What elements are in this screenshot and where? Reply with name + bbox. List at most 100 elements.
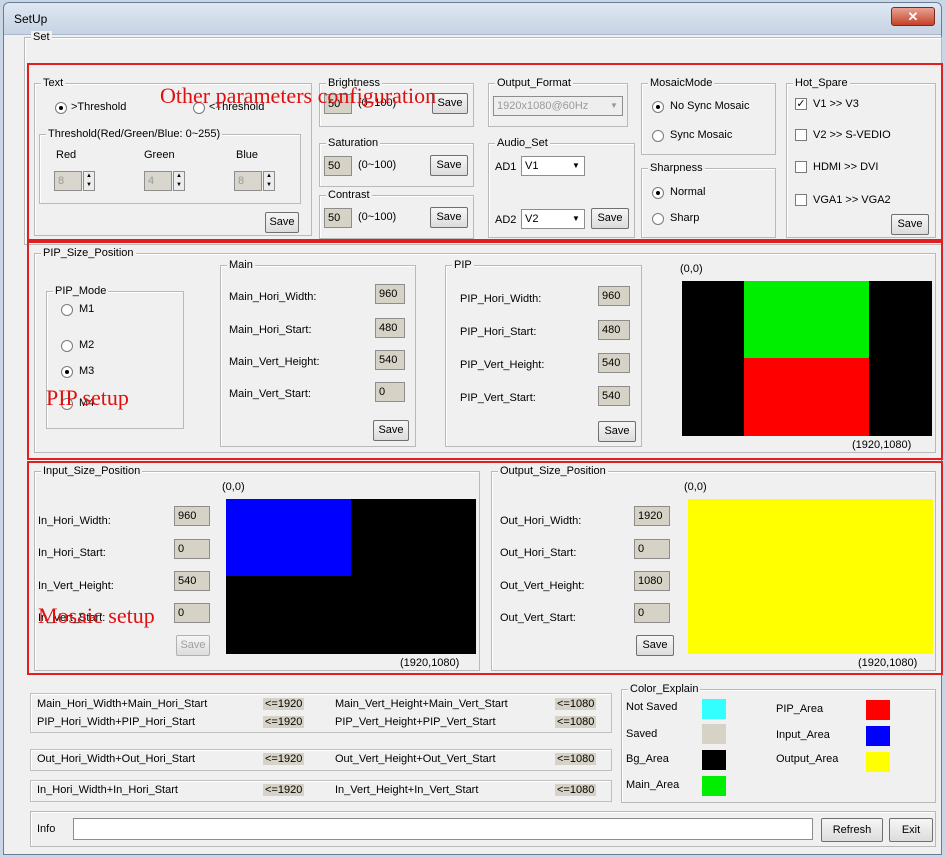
- ad1-label: AD1: [495, 161, 517, 173]
- red-input[interactable]: 8: [54, 171, 82, 191]
- pip-preview-origin: (0,0): [680, 263, 703, 275]
- main-field-label-0: Main_Hori_Width:: [229, 291, 317, 303]
- pip-vert-start-input[interactable]: 540: [598, 386, 630, 406]
- green-input[interactable]: 4: [144, 171, 172, 191]
- pip-save-button[interactable]: Save: [598, 421, 636, 442]
- ad1-value: V1: [525, 160, 539, 172]
- constraint-value: <=1080: [555, 753, 597, 765]
- constraint-row-output: Out_Hori_Width+Out_Hori_Start <=1920 Out…: [30, 749, 612, 771]
- blue-input[interactable]: 8: [234, 171, 262, 191]
- hot-spare-checkbox-0[interactable]: ✓: [795, 98, 807, 110]
- hot-spare-save-button[interactable]: Save: [891, 214, 929, 235]
- out-vert-start-input[interactable]: 0: [634, 603, 670, 623]
- pip-mode-m2-radio[interactable]: [61, 340, 73, 352]
- title-bar[interactable]: SetUp ✕: [4, 3, 941, 35]
- hot-spare-checkbox-3[interactable]: [795, 194, 807, 206]
- pip-mode-m1-label: M1: [79, 303, 95, 315]
- constraint-row-input: In_Hori_Width+In_Hori_Start <=1920 In_Ve…: [30, 780, 612, 802]
- contrast-save-button[interactable]: Save: [430, 207, 468, 228]
- saturation-range: (0~100): [358, 159, 397, 171]
- ad1-select[interactable]: V1 ▼: [521, 156, 585, 176]
- color-explain-group: Color_Explain Not Saved Saved Bg_Area Ma…: [621, 683, 936, 803]
- main-save-button[interactable]: Save: [373, 420, 409, 441]
- output-save-button[interactable]: Save: [636, 635, 674, 656]
- constraint-value: <=1920: [263, 716, 305, 728]
- out-hori-width-input[interactable]: 1920: [634, 506, 670, 526]
- threshold-greater-label: >Threshold: [71, 101, 127, 113]
- main-hori-start-input[interactable]: 480: [375, 318, 405, 338]
- in-hori-width-input[interactable]: 960: [174, 506, 210, 526]
- hot-spare-group: Hot_Spare ✓ V1 >> V3 V2 >> S-VEDIO HDMI …: [786, 77, 936, 238]
- hot-spare-item-1: V2 >> S-VEDIO: [813, 129, 891, 141]
- info-bar: Info Refresh Exit: [30, 811, 936, 847]
- in-vert-start-input[interactable]: 0: [174, 603, 210, 623]
- saturation-save-button[interactable]: Save: [430, 155, 468, 176]
- chevron-down-icon: ▼: [610, 101, 618, 110]
- sync-mosaic-label: Sync Mosaic: [670, 129, 733, 141]
- output-field-label-0: Out_Hori_Width:: [500, 515, 582, 527]
- main-vert-height-input[interactable]: 540: [375, 350, 405, 370]
- legend-not-saved-swatch: [702, 699, 726, 719]
- legend-saved-label: Saved: [626, 728, 658, 740]
- close-button[interactable]: ✕: [891, 7, 935, 26]
- hot-spare-checkbox-2[interactable]: [795, 161, 807, 173]
- main-hori-width-input[interactable]: 960: [375, 284, 405, 304]
- pip-mode-m3-label: M3: [79, 365, 95, 377]
- legend-not-saved-label: Not Saved: [626, 701, 678, 713]
- pip-preview-main-area: [744, 281, 869, 358]
- ad2-select[interactable]: V2 ▼: [521, 209, 585, 229]
- sharpness-group: Sharpness Normal Sharp: [641, 162, 776, 238]
- input-preview-input-area: [226, 499, 351, 576]
- pip-preview-pip-area: [744, 358, 869, 436]
- info-input[interactable]: [73, 818, 813, 840]
- audio-save-button[interactable]: Save: [591, 208, 629, 229]
- hot-spare-item-2: HDMI >> DVI: [813, 161, 879, 173]
- green-spinner[interactable]: ▲ ▼: [173, 171, 185, 191]
- output-format-select[interactable]: 1920x1080@60Hz ▼: [493, 96, 623, 116]
- brightness-save-button[interactable]: Save: [432, 93, 468, 114]
- setup-window: SetUp ✕ Set Text >Threshold <Threshold T…: [3, 2, 943, 855]
- contrast-group: Contrast 50 (0~100) Save: [319, 189, 474, 239]
- constraint-value: <=1920: [263, 753, 305, 765]
- sharpness-normal-radio[interactable]: [652, 187, 664, 199]
- pip-label: PIP: [452, 259, 474, 271]
- other-params-annotation: Other parameters configuration: [160, 83, 437, 108]
- red-spinner[interactable]: ▲ ▼: [83, 171, 95, 191]
- pip-hori-start-input[interactable]: 480: [598, 320, 630, 340]
- pip-vert-height-input[interactable]: 540: [598, 353, 630, 373]
- threshold-group-label: Threshold(Red/Green/Blue: 0~255): [46, 128, 223, 140]
- refresh-button[interactable]: Refresh: [821, 818, 883, 842]
- blue-spinner[interactable]: ▲ ▼: [263, 171, 275, 191]
- mosaic-mode-label: MosaicMode: [648, 77, 715, 89]
- window-title: SetUp: [14, 12, 48, 26]
- output-preview-origin: (0,0): [684, 481, 707, 493]
- in-vert-height-input[interactable]: 540: [174, 571, 210, 591]
- main-vert-start-input[interactable]: 0: [375, 382, 405, 402]
- out-hori-start-input[interactable]: 0: [634, 539, 670, 559]
- contrast-range: (0~100): [358, 211, 397, 223]
- pip-setup-annotation: PIP setup: [46, 385, 129, 410]
- chevron-down-icon: ▼: [572, 161, 580, 170]
- threshold-greater-radio[interactable]: [55, 102, 67, 114]
- hot-spare-checkbox-1[interactable]: [795, 129, 807, 141]
- input-save-button[interactable]: Save: [176, 635, 210, 656]
- legend-output-label: Output_Area: [776, 753, 839, 765]
- exit-button[interactable]: Exit: [889, 818, 933, 842]
- output-preview: [688, 499, 933, 654]
- no-sync-mosaic-radio[interactable]: [652, 101, 664, 113]
- legend-saved-swatch: [702, 724, 726, 744]
- sharpness-sharp-radio[interactable]: [652, 213, 664, 225]
- saturation-input[interactable]: 50: [324, 156, 352, 176]
- text-save-button[interactable]: Save: [265, 212, 299, 233]
- contrast-input[interactable]: 50: [324, 208, 352, 228]
- pip-hori-width-input[interactable]: 960: [598, 286, 630, 306]
- pip-preview: [682, 281, 932, 436]
- mosaic-mode-group: MosaicMode No Sync Mosaic Sync Mosaic: [641, 77, 776, 155]
- in-hori-start-input[interactable]: 0: [174, 539, 210, 559]
- pip-mode-m1-radio[interactable]: [61, 304, 73, 316]
- input-size-position-label: Input_Size_Position: [41, 465, 143, 477]
- out-vert-height-input[interactable]: 1080: [634, 571, 670, 591]
- pip-mode-m3-radio[interactable]: [61, 366, 73, 378]
- output-format-group: Output_Format 1920x1080@60Hz ▼: [488, 77, 628, 127]
- sync-mosaic-radio[interactable]: [652, 130, 664, 142]
